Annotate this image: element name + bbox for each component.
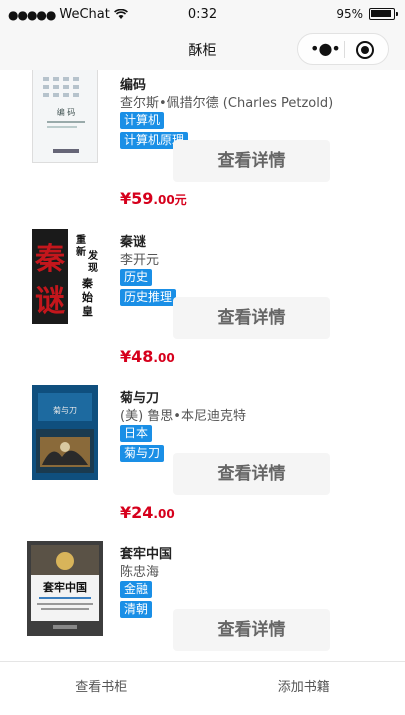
tag-badge[interactable]: 历史推理 xyxy=(120,289,177,306)
book-item: 菊与刀 菊与刀 (美) 鲁思•本尼迪克特 日本 菊与刀 查看详情 ¥24.00 xyxy=(0,381,405,537)
price-cents: .00 xyxy=(153,351,175,365)
book-item: 套牢中国 套牢中国 陈忠海 金融 清朝 查看详情 xyxy=(0,537,405,661)
book-cover: 秦 谜 重 新 发 现 秦 始 皇 xyxy=(32,229,98,324)
book-author: 陈忠海 xyxy=(120,565,160,580)
price-cents: .00元 xyxy=(153,193,187,207)
book-list[interactable]: 编 码 编码 查尔斯•佩措尔德 (Charles Petzold) 计算机 计算… xyxy=(0,70,405,661)
view-detail-button[interactable]: 查看详情 xyxy=(173,297,330,339)
price-main: ¥59 xyxy=(120,189,154,208)
cover-art-taolao: 套牢中国 xyxy=(27,541,103,636)
status-right: 95% xyxy=(336,7,398,21)
svg-text:秦: 秦 xyxy=(34,242,66,277)
battery-icon xyxy=(369,8,398,20)
tab-view-shelf[interactable]: 查看书柜 xyxy=(0,662,203,715)
status-bar: ●●●●● WeChat 0:32 95% xyxy=(0,0,405,30)
view-detail-button[interactable]: 查看详情 xyxy=(173,609,330,651)
book-title: 秦谜 xyxy=(120,235,147,250)
book-item: 编 码 编码 查尔斯•佩措尔德 (Charles Petzold) 计算机 计算… xyxy=(0,70,405,224)
book-title: 编码 xyxy=(120,78,147,93)
svg-text:新: 新 xyxy=(76,245,86,258)
svg-text:谜: 谜 xyxy=(35,284,65,319)
tag-badge[interactable]: 历史 xyxy=(120,269,153,286)
book-price: ¥24.00 xyxy=(120,503,175,522)
cover-art-code: 编 码 xyxy=(33,70,97,162)
battery-percent: 95% xyxy=(336,7,363,21)
tag-badge[interactable]: 计算机 xyxy=(120,112,165,129)
svg-text:套牢中国: 套牢中国 xyxy=(43,580,87,594)
svg-text:编 码: 编 码 xyxy=(57,107,76,117)
svg-text:始: 始 xyxy=(82,290,93,304)
book-price: ¥59.00元 xyxy=(120,189,187,208)
book-cover: 套牢中国 xyxy=(27,541,103,636)
svg-text:重: 重 xyxy=(76,233,86,246)
svg-text:现: 现 xyxy=(88,262,98,274)
mini-program-capsule: •●• xyxy=(297,33,389,65)
nav-bar: 酥柜 •●• xyxy=(0,30,405,70)
cover-art-qinmi: 秦 谜 重 新 发 现 秦 始 皇 xyxy=(32,229,98,324)
book-author: 查尔斯•佩措尔德 (Charles Petzold) xyxy=(120,96,334,111)
book-title: 菊与刀 xyxy=(120,391,160,406)
tag-badge[interactable]: 清朝 xyxy=(120,601,153,618)
close-icon[interactable] xyxy=(356,41,374,59)
view-detail-button[interactable]: 查看详情 xyxy=(173,140,330,182)
book-cover: 编 码 xyxy=(32,70,98,163)
tag-badge[interactable]: 日本 xyxy=(120,425,153,442)
book-tags: 金融 清朝 xyxy=(120,581,153,618)
cover-art-chrysanthemum-sword: 菊与刀 xyxy=(32,385,98,480)
tab-add-book[interactable]: 添加书籍 xyxy=(203,662,405,715)
book-author: (美) 鲁思•本尼迪克特 xyxy=(120,409,246,424)
svg-text:菊与刀: 菊与刀 xyxy=(53,405,77,415)
capsule-divider xyxy=(344,41,345,58)
tag-badge[interactable]: 金融 xyxy=(120,581,153,598)
book-tags: 日本 菊与刀 xyxy=(120,425,165,462)
book-title: 套牢中国 xyxy=(120,547,173,562)
price-main: ¥24 xyxy=(120,503,154,522)
book-price: ¥48.00 xyxy=(120,347,175,366)
book-author: 李开元 xyxy=(120,253,160,268)
book-item: 秦 谜 重 新 发 现 秦 始 皇 秦谜 李开元 历史 历史推理 查看详情 ¥4… xyxy=(0,225,405,381)
price-cents: .00 xyxy=(153,507,175,521)
price-main: ¥48 xyxy=(120,347,154,366)
svg-text:皇: 皇 xyxy=(82,304,93,318)
book-tags: 历史 历史推理 xyxy=(120,269,177,306)
tab-bar: 查看书柜 添加书籍 xyxy=(0,661,405,715)
book-cover: 菊与刀 xyxy=(32,385,98,480)
view-detail-button[interactable]: 查看详情 xyxy=(173,453,330,495)
tag-badge[interactable]: 菊与刀 xyxy=(120,445,165,462)
svg-text:秦: 秦 xyxy=(81,276,94,290)
more-icon[interactable]: •●• xyxy=(310,41,341,57)
svg-text:发: 发 xyxy=(87,249,98,262)
